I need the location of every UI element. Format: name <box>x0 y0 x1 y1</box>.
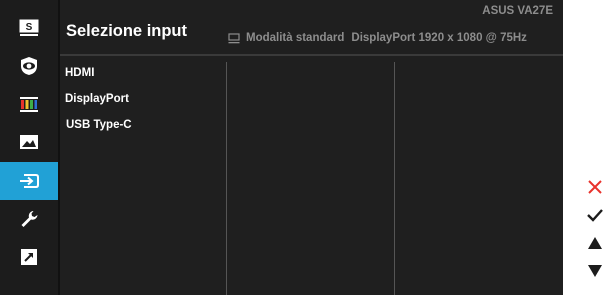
input-option-usb-type-c[interactable]: USB Type-C <box>66 119 132 131</box>
down-arrow-icon <box>588 265 602 277</box>
confirm-icon <box>587 209 603 222</box>
system-setup-icon <box>21 211 38 227</box>
mode-label: Modalità standard <box>246 32 345 44</box>
osd-menu: S Selezione input ASUS VA27E Modalità st… <box>0 0 563 295</box>
page-title: Selezione input <box>66 22 188 40</box>
header: Selezione input ASUS VA27E Modalità stan… <box>60 0 563 50</box>
sidebar-item-color[interactable] <box>0 85 58 123</box>
eye-care-icon <box>21 57 37 75</box>
confirm-button[interactable] <box>582 201 608 229</box>
sidebar: S <box>0 0 58 295</box>
up-arrow-icon <box>588 237 602 249</box>
splendid-icon: S <box>19 19 39 36</box>
close-button[interactable] <box>582 173 608 201</box>
sidebar-item-eye-care[interactable] <box>0 47 58 85</box>
sidebar-item-input-select[interactable] <box>0 162 58 200</box>
sidebar-item-image[interactable] <box>0 123 58 161</box>
sidebar-item-system-setup[interactable] <box>0 200 58 238</box>
image-icon <box>20 135 38 149</box>
sidebar-item-splendid[interactable]: S <box>0 9 58 47</box>
input-options-panel: HDMI DisplayPort USB Type-C <box>60 56 563 295</box>
column-divider <box>394 62 395 295</box>
color-icon <box>20 97 38 112</box>
down-button[interactable] <box>582 257 608 285</box>
model-name: ASUS VA27E <box>482 5 553 17</box>
input-option-displayport[interactable]: DisplayPort <box>65 93 129 105</box>
close-icon <box>588 180 602 194</box>
signal-info: DisplayPort 1920 x 1080 @ 75Hz <box>351 32 527 44</box>
svg-text:S: S <box>26 22 33 33</box>
shortcut-icon <box>21 249 37 265</box>
input-select-icon <box>20 174 39 188</box>
status-line: Modalità standard DisplayPort 1920 x 108… <box>228 32 527 44</box>
up-button[interactable] <box>582 229 608 257</box>
input-option-hdmi[interactable]: HDMI <box>65 67 94 79</box>
sidebar-item-shortcut[interactable] <box>0 238 58 276</box>
column-divider <box>226 62 227 295</box>
monitor-icon <box>228 32 240 43</box>
